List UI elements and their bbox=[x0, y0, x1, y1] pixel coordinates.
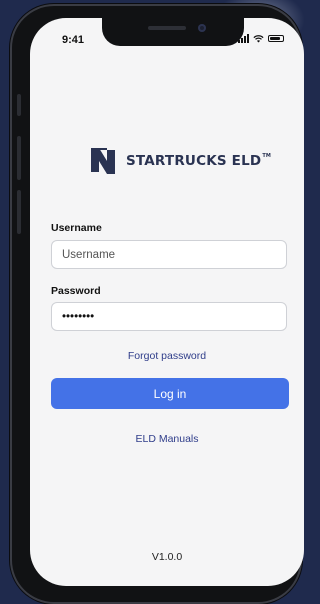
username-input[interactable] bbox=[51, 240, 287, 269]
login-button[interactable]: Log in bbox=[51, 378, 289, 409]
eld-manuals-link[interactable]: ELD Manuals bbox=[30, 433, 304, 445]
password-input[interactable] bbox=[51, 302, 287, 331]
wifi-icon bbox=[253, 34, 264, 43]
volume-up-button bbox=[17, 136, 21, 180]
forgot-password-link[interactable]: Forgot password bbox=[30, 350, 304, 362]
battery-icon bbox=[268, 35, 284, 42]
signal-icon bbox=[238, 34, 249, 43]
login-button-label: Log in bbox=[153, 386, 187, 401]
brand-name: STARTRUCKS ELDTM bbox=[126, 153, 272, 169]
password-label: Password bbox=[51, 285, 101, 297]
volume-down-button bbox=[17, 190, 21, 234]
app-version: V1.0.0 bbox=[151, 551, 183, 563]
speaker-grille bbox=[148, 26, 186, 30]
phone-screen: 9:41 STARTRUCKS ELDTM Username Passwo bbox=[30, 18, 304, 586]
status-icons bbox=[238, 34, 284, 43]
mute-switch bbox=[17, 94, 21, 116]
username-label: Username bbox=[51, 222, 102, 234]
notch bbox=[102, 18, 244, 46]
startrucks-logo-icon bbox=[91, 148, 115, 174]
camera-icon bbox=[198, 24, 206, 32]
brand-logo: STARTRUCKS ELDTM bbox=[88, 146, 271, 176]
phone-frame: 9:41 STARTRUCKS ELDTM Username Passwo bbox=[10, 4, 304, 604]
status-time: 9:41 bbox=[62, 34, 85, 46]
trademark-mark: TM bbox=[262, 153, 272, 159]
